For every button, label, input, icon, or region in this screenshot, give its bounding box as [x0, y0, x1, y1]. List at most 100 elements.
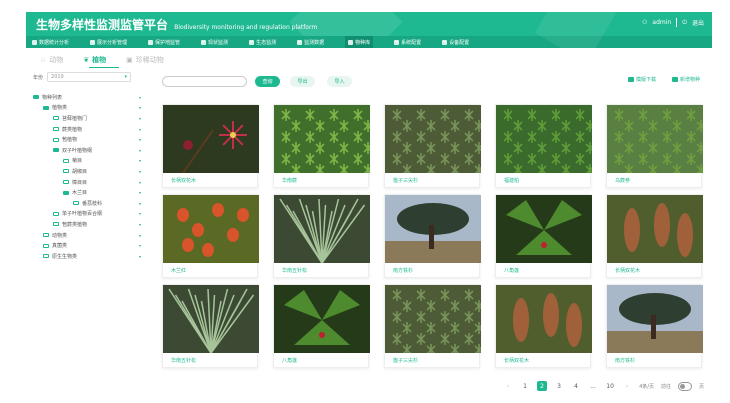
chevron-icon[interactable]: ▾: [139, 116, 141, 121]
species-image[interactable]: [385, 105, 481, 173]
chevron-icon[interactable]: ▾: [139, 148, 141, 153]
species-name[interactable]: 福建柏: [504, 177, 519, 184]
nav-item[interactable]: 现状监测: [201, 39, 228, 46]
species-card[interactable]: 南方铁杉: [606, 284, 703, 368]
chevron-icon[interactable]: ▾: [139, 105, 141, 110]
tree-item[interactable]: 物种列表 ▾: [33, 92, 145, 103]
species-image[interactable]: [385, 285, 481, 353]
species-name[interactable]: 南方铁杉: [615, 357, 635, 364]
species-card[interactable]: 长柄双花木: [495, 284, 592, 368]
tree-item[interactable]: 苔藓植物门 ▾: [33, 113, 145, 124]
species-image[interactable]: [607, 285, 703, 353]
species-name[interactable]: 八角莲: [282, 357, 297, 364]
nav-item[interactable]: 设备配置: [442, 39, 469, 46]
chevron-icon[interactable]: ▾: [139, 222, 141, 227]
chevron-icon[interactable]: ▾: [139, 137, 141, 142]
species-card[interactable]: 福建柏: [495, 104, 592, 188]
page-number[interactable]: 1: [520, 381, 530, 391]
tree-item[interactable]: 双子叶植物纲 ▾: [33, 145, 145, 156]
nav-item[interactable]: 系统配置: [394, 39, 421, 46]
chevron-icon[interactable]: ▾: [139, 201, 141, 206]
species-card[interactable]: 乌蕨参: [606, 104, 703, 188]
species-name[interactable]: 乌蕨参: [615, 177, 630, 184]
year-select[interactable]: 2019 ▾: [47, 72, 132, 82]
tree-item[interactable]: 蕨类植物 ▾: [33, 124, 145, 135]
species-name[interactable]: 木兰红: [171, 267, 186, 274]
nav-item[interactable]: 保护地监管: [148, 39, 180, 46]
species-name[interactable]: 长柄双花木: [615, 267, 640, 274]
chevron-icon[interactable]: ▾: [139, 158, 141, 163]
export-button[interactable]: 导出: [290, 76, 315, 87]
species-image[interactable]: [496, 195, 592, 263]
species-name[interactable]: 八角莲: [504, 267, 519, 274]
species-image[interactable]: [274, 105, 370, 173]
chevron-icon[interactable]: ▾: [139, 180, 141, 185]
chevron-icon[interactable]: ▾: [139, 254, 141, 259]
species-image[interactable]: [385, 195, 481, 263]
chevron-icon[interactable]: ▾: [139, 127, 141, 132]
tab-plants[interactable]: ❦ 植物: [83, 55, 106, 65]
nav-item[interactable]: 展示分析管理: [90, 39, 127, 46]
template-download-button[interactable]: 模版下载: [628, 76, 656, 83]
tree-item[interactable]: 植物类 ▾: [33, 103, 145, 114]
species-image[interactable]: [496, 105, 592, 173]
species-name[interactable]: 华南蕨: [282, 177, 297, 184]
query-button[interactable]: 查询: [255, 76, 280, 87]
power-icon[interactable]: ⏻: [682, 19, 687, 27]
nav-item[interactable]: 物种库: [345, 36, 374, 48]
chevron-icon[interactable]: ▾: [139, 211, 141, 216]
page-number[interactable]: 10: [605, 381, 615, 391]
username[interactable]: admin: [652, 19, 671, 26]
page-number[interactable]: 2: [537, 381, 548, 391]
species-image[interactable]: [607, 105, 703, 173]
species-image[interactable]: [607, 195, 703, 263]
tree-item[interactable]: 原生生物类 ▾: [33, 251, 145, 262]
tree-item[interactable]: 樟目目 ▾: [33, 177, 145, 188]
tree-item[interactable]: 动物类 ▾: [33, 230, 145, 241]
species-card[interactable]: 木兰红: [162, 194, 259, 278]
nav-item[interactable]: 监测数据: [297, 39, 324, 46]
prev-page-icon[interactable]: ‹: [503, 381, 513, 391]
chevron-icon[interactable]: ▾: [139, 95, 141, 100]
import-button[interactable]: 导入: [327, 76, 352, 87]
tree-item[interactable]: 番荔枝科 ▾: [33, 198, 145, 209]
species-image[interactable]: [163, 285, 259, 353]
species-card[interactable]: 长柄双花木: [606, 194, 703, 278]
tab-animals[interactable]: ♘ 动物: [40, 55, 63, 65]
species-card[interactable]: 华南五针松: [162, 284, 259, 368]
nav-item[interactable]: 数据统计分析: [32, 39, 69, 46]
tree-item[interactable]: 木兰目 ▾: [33, 187, 145, 198]
species-name[interactable]: 南方铁杉: [393, 267, 413, 274]
species-name[interactable]: 华南五针松: [282, 267, 307, 274]
search-input[interactable]: [162, 76, 247, 87]
tree-item[interactable]: 单子叶植物百合纲 ▾: [33, 209, 145, 220]
species-image[interactable]: [274, 285, 370, 353]
nav-item[interactable]: 生态监测: [249, 39, 276, 46]
species-name[interactable]: 篦子三尖杉: [393, 177, 418, 184]
species-card[interactable]: 华南蕨: [273, 104, 370, 188]
page-number[interactable]: 4: [571, 381, 581, 391]
species-card[interactable]: 篦子三尖杉: [384, 284, 481, 368]
tree-item[interactable]: 真菌类 ▾: [33, 240, 145, 251]
species-name[interactable]: 华南五针松: [171, 357, 196, 364]
tree-item[interactable]: 苞植物 ▾: [33, 134, 145, 145]
tab-rare-animals[interactable]: ▣ 珍稀动物: [126, 55, 164, 65]
species-image[interactable]: [274, 195, 370, 263]
page-number[interactable]: 3: [554, 381, 564, 391]
tree-item[interactable]: 菊目 ▾: [33, 156, 145, 167]
chevron-icon[interactable]: ▾: [139, 190, 141, 195]
species-name[interactable]: 长柄双花木: [504, 357, 529, 364]
species-image[interactable]: [496, 285, 592, 353]
logout-button[interactable]: 退出: [692, 18, 704, 27]
per-page-select[interactable]: 4条/页: [639, 383, 654, 390]
species-card[interactable]: 华南五针松: [273, 194, 370, 278]
species-name[interactable]: 长柄双花木: [171, 177, 196, 184]
species-card[interactable]: 八角莲: [495, 194, 592, 278]
next-page-icon[interactable]: ›: [622, 381, 632, 391]
species-card[interactable]: 南方铁杉: [384, 194, 481, 278]
tree-item[interactable]: 胡椒目 ▾: [33, 166, 145, 177]
goto-input[interactable]: [677, 381, 692, 391]
chevron-icon[interactable]: ▾: [139, 233, 141, 238]
species-card[interactable]: 篦子三尖杉: [384, 104, 481, 188]
species-name[interactable]: 篦子三尖杉: [393, 357, 418, 364]
